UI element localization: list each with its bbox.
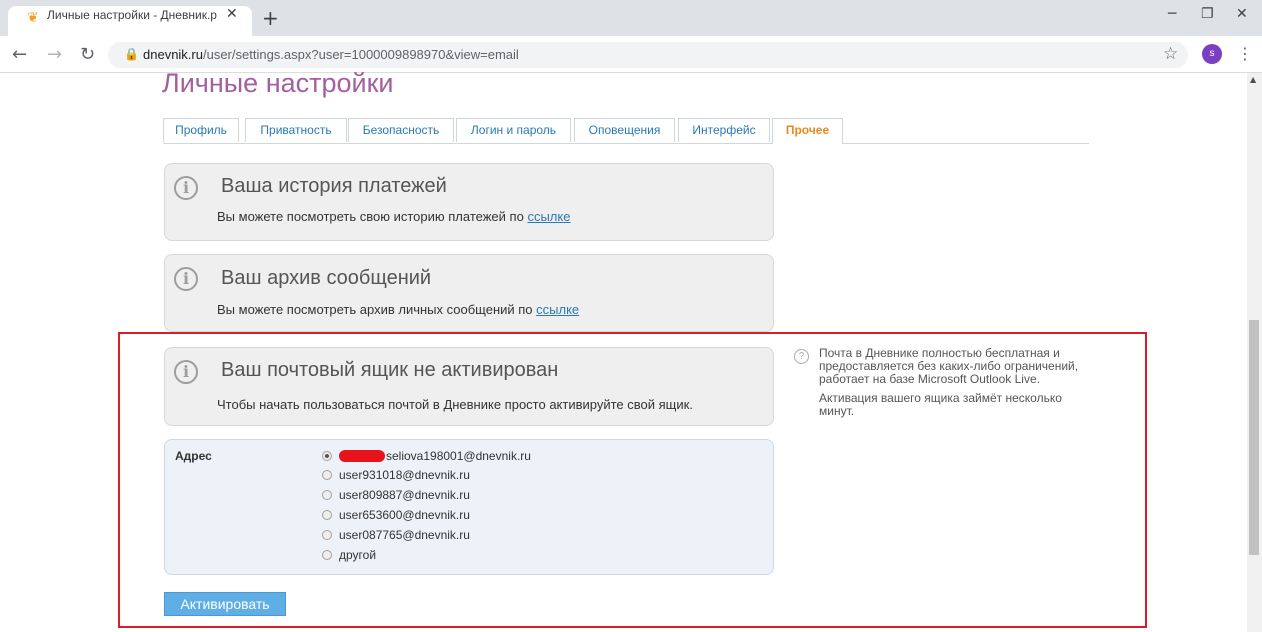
help-icon: ? — [794, 349, 809, 364]
info-icon: i — [174, 267, 198, 291]
payments-link[interactable]: ссылке — [527, 209, 570, 224]
radio-button[interactable] — [322, 510, 332, 520]
address-option[interactable]: user653600@dnevnik.ru — [322, 506, 470, 524]
archive-link[interactable]: ссылке — [536, 302, 579, 317]
tab-notifications[interactable]: Оповещения — [574, 118, 675, 142]
radio-button[interactable] — [322, 550, 332, 560]
restore-button[interactable]: ❐ — [1201, 6, 1214, 22]
tab-title: Личные настройки - Дневник.р — [47, 8, 217, 22]
url-host: dnevnik.ru — [143, 47, 203, 62]
minimize-button[interactable]: ─ — [1168, 6, 1176, 22]
address-card: Адрес seliova198001@dnevnik.ru user93101… — [164, 439, 774, 575]
info-icon: i — [174, 176, 198, 200]
help-panel: ? Почта в Дневнике полностью бесплатная … — [794, 346, 1095, 424]
address-option-label: user809887@dnevnik.ru — [339, 488, 470, 502]
payments-text: Вы можете посмотреть свою историю платеж… — [217, 209, 570, 224]
mailbox-text: Чтобы начать пользоваться почтой в Дневн… — [217, 397, 693, 412]
radio-button[interactable] — [322, 451, 332, 461]
tab-security[interactable]: Безопасность — [348, 118, 454, 142]
address-option-label: user087765@dnevnik.ru — [339, 528, 470, 542]
forward-icon[interactable]: → — [47, 44, 62, 65]
address-option-label: user653600@dnevnik.ru — [339, 508, 470, 522]
menu-icon[interactable]: ⋮ — [1237, 44, 1253, 63]
avatar[interactable]: s — [1202, 44, 1222, 64]
address-option[interactable]: user931018@dnevnik.ru — [322, 466, 470, 484]
new-tab-button[interactable]: + — [262, 6, 279, 30]
payments-title: Ваша история платежей — [221, 175, 447, 197]
address-option-label: user931018@dnevnik.ru — [339, 468, 470, 482]
address-label: Адрес — [175, 449, 212, 463]
payments-card: i Ваша история платежей Вы можете посмот… — [164, 163, 774, 241]
address-option[interactable]: другой — [322, 546, 376, 564]
info-icon: i — [174, 360, 198, 384]
tab-profile[interactable]: Профиль — [163, 118, 239, 142]
back-icon[interactable]: ← — [12, 44, 27, 65]
browser-tabstrip: ❦ Личные настройки - Дневник.р ✕ + ─ ❐ ✕ — [0, 0, 1262, 36]
archive-text-body: Вы можете посмотреть архив личных сообще… — [217, 302, 533, 317]
scroll-up-icon[interactable]: ▲ — [1250, 75, 1256, 84]
help-text-1: Почта в Дневнике полностью бесплатная и … — [819, 346, 1079, 386]
radio-button[interactable] — [322, 490, 332, 500]
radio-button[interactable] — [322, 530, 332, 540]
star-icon[interactable]: ☆ — [1163, 44, 1178, 64]
archive-text: Вы можете посмотреть архив личных сообще… — [217, 302, 579, 317]
help-text-2: Активация вашего ящика займёт несколько … — [819, 391, 1062, 418]
tab-close-icon[interactable]: ✕ — [226, 6, 238, 22]
url-text[interactable]: dnevnik.ru/user/settings.aspx?user=10000… — [143, 47, 519, 62]
address-option-label: другой — [339, 548, 377, 562]
address-option[interactable]: user809887@dnevnik.ru — [322, 486, 470, 504]
tab-login-password[interactable]: Логин и пароль — [456, 118, 571, 142]
redaction-mark — [339, 450, 385, 462]
address-option[interactable]: seliova198001@dnevnik.ru — [322, 447, 531, 465]
mailbox-card: i Ваш почтовый ящик не активирован Чтобы… — [164, 347, 774, 426]
tab-other[interactable]: Прочее — [772, 118, 843, 144]
reload-icon[interactable]: ↻ — [80, 44, 95, 65]
page-title: Личные настройки — [162, 68, 394, 98]
favicon-icon: ❦ — [27, 10, 39, 26]
archive-title: Ваш архив сообщений — [221, 267, 432, 289]
payments-text-body: Вы можете посмотреть свою историю платеж… — [217, 209, 524, 224]
settings-tabs: Профиль Приватность Безопасность Логин и… — [163, 118, 1089, 144]
address-option[interactable]: user087765@dnevnik.ru — [322, 526, 470, 544]
activate-button[interactable]: Активировать — [164, 592, 286, 616]
lock-icon[interactable]: 🔒 — [124, 47, 139, 61]
url-path: /user/settings.aspx?user=1000009898970&v… — [202, 47, 519, 62]
mailbox-title: Ваш почтовый ящик не активирован — [221, 359, 559, 381]
radio-button[interactable] — [322, 470, 332, 480]
archive-card: i Ваш архив сообщений Вы можете посмотре… — [164, 254, 774, 332]
tab-privacy[interactable]: Приватность — [245, 118, 347, 142]
scrollbar-thumb[interactable] — [1249, 320, 1259, 555]
tab-interface[interactable]: Интерфейс — [678, 118, 770, 142]
close-window-button[interactable]: ✕ — [1236, 6, 1248, 22]
address-option-label: seliova198001@dnevnik.ru — [386, 449, 531, 463]
